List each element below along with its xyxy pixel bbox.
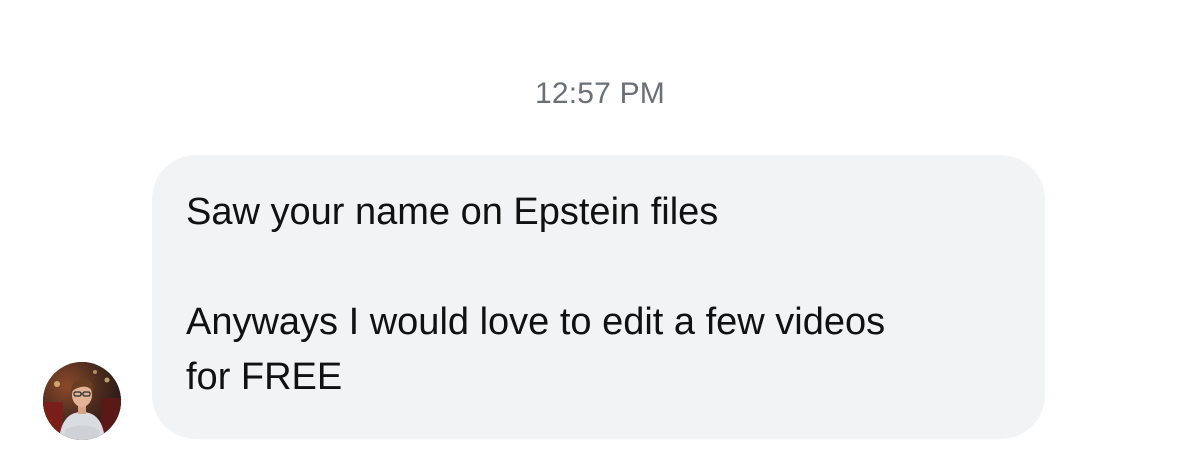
message-line: Anyways I would love to edit a few video… <box>186 301 886 343</box>
message-line: Saw your name on Epstein files <box>186 191 719 233</box>
message-line: for FREE <box>186 356 343 398</box>
sender-avatar[interactable] <box>43 362 121 440</box>
message-bubble[interactable]: Saw your name on Epstein files Anyways I… <box>152 155 1045 439</box>
avatar-photo-icon <box>43 362 121 440</box>
message-row: Saw your name on Epstein files Anyways I… <box>0 0 1200 463</box>
